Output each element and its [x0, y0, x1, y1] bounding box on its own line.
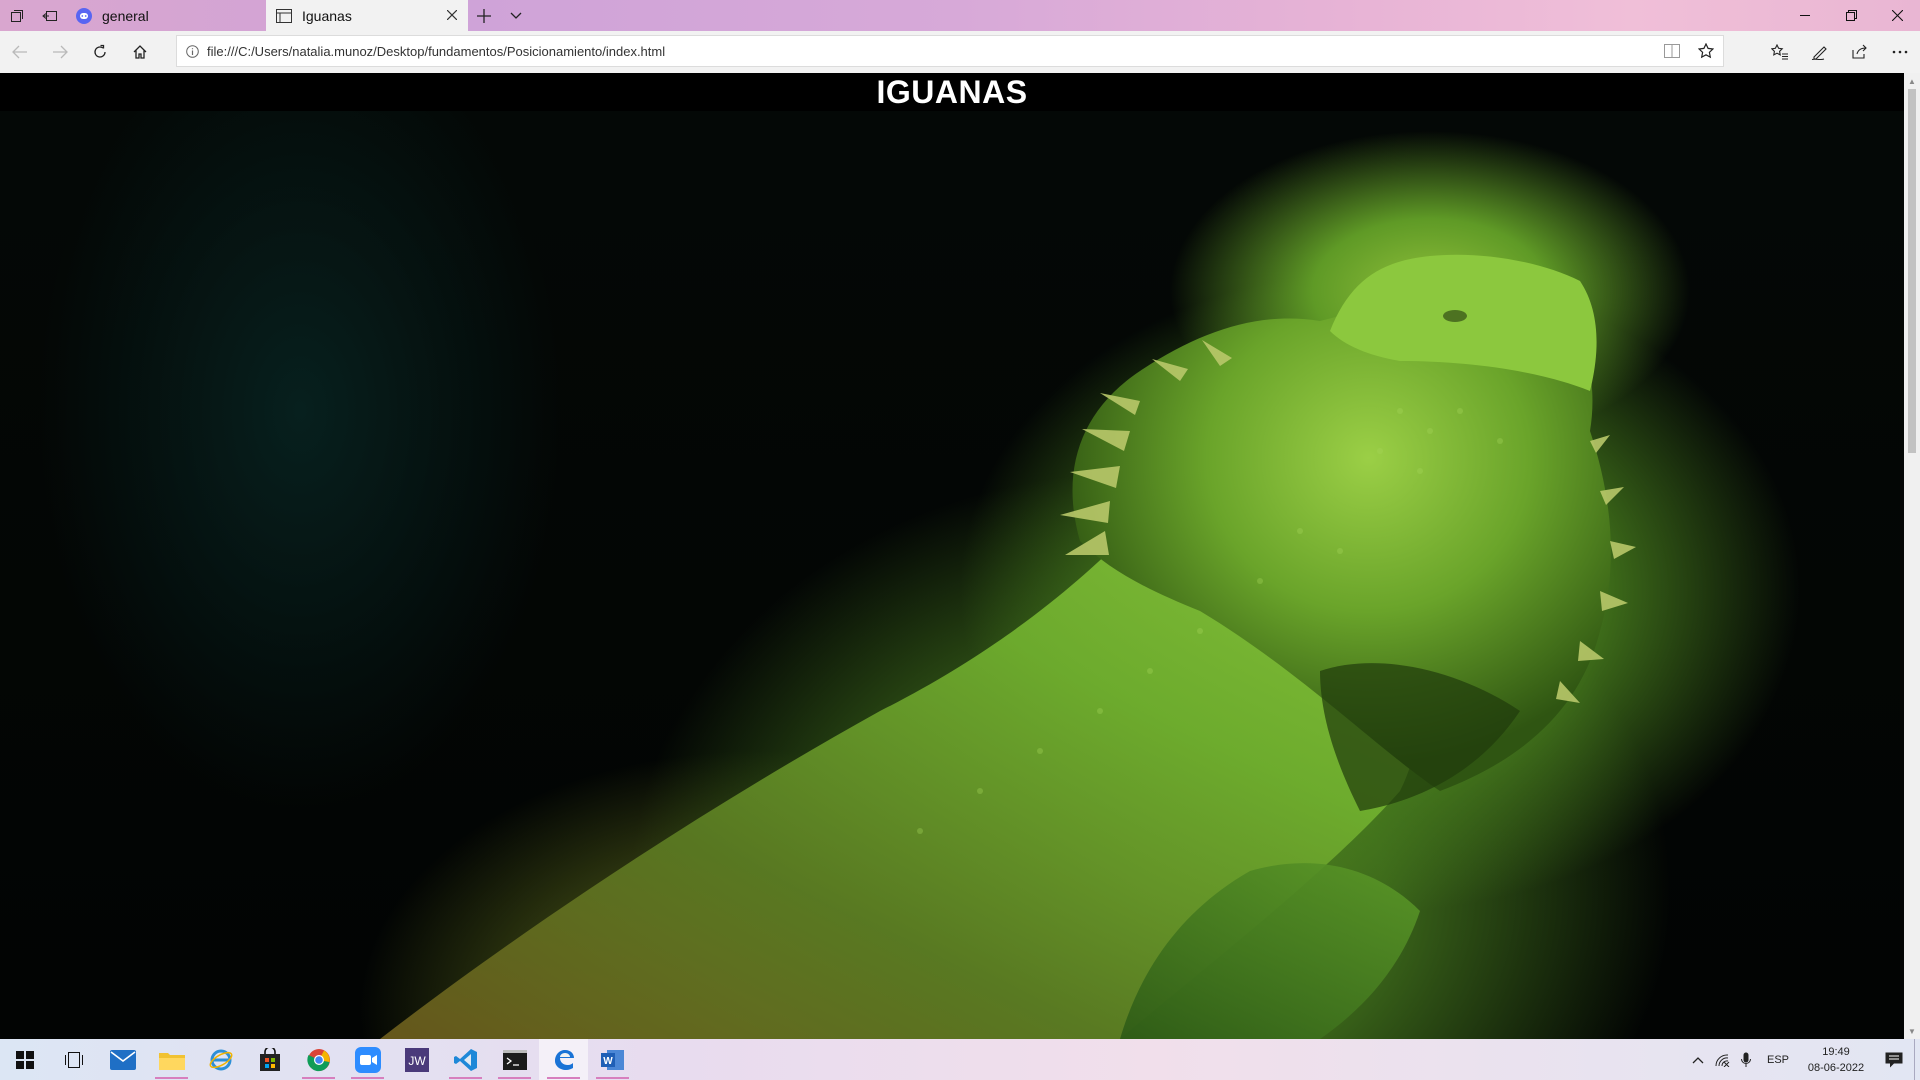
scroll-down-icon[interactable]: ▼ [1904, 1023, 1920, 1039]
share-icon[interactable] [1840, 31, 1880, 73]
favorites-icon[interactable] [1760, 31, 1800, 73]
page-title: IGUANAS [876, 73, 1028, 110]
windows-taskbar: JW W ESP 19:49 08-06-2022 [0, 1039, 1920, 1080]
close-window-icon[interactable] [1874, 0, 1920, 31]
network-icon[interactable] [1710, 1053, 1734, 1067]
pen-icon[interactable] [1800, 31, 1840, 73]
more-options-icon[interactable] [1880, 31, 1920, 73]
clock-time: 19:49 [1822, 1045, 1850, 1058]
word-icon[interactable]: W [588, 1039, 637, 1080]
discord-icon [76, 7, 92, 24]
vertical-scrollbar[interactable]: ▲ ▼ [1904, 73, 1920, 1039]
task-view-icon[interactable] [49, 1039, 98, 1080]
system-tray: ESP 19:49 08-06-2022 [1686, 1039, 1920, 1080]
close-tab-icon[interactable] [444, 7, 460, 23]
tab-label: general [102, 7, 149, 24]
iguana-illustration [380, 254, 1636, 1039]
zoom-icon[interactable] [343, 1039, 392, 1080]
mail-icon[interactable] [98, 1039, 147, 1080]
vscode-icon[interactable] [441, 1039, 490, 1080]
page-header: IGUANAS [0, 73, 1904, 111]
page-viewport: IGUANAS [0, 73, 1904, 1039]
reading-view-icon[interactable] [1655, 43, 1689, 59]
forward-button[interactable] [40, 31, 80, 73]
show-desktop-button[interactable] [1914, 1039, 1920, 1080]
page-icon [276, 8, 292, 24]
favorite-star-icon[interactable] [1689, 43, 1723, 59]
scroll-thumb[interactable] [1908, 89, 1916, 453]
info-icon[interactable] [177, 44, 207, 58]
url-text[interactable]: file:///C:/Users/natalia.munoz/Desktop/f… [207, 44, 665, 59]
terminal-icon[interactable] [490, 1039, 539, 1080]
chrome-icon[interactable] [294, 1039, 343, 1080]
chevron-down-icon[interactable] [500, 0, 532, 31]
back-button[interactable] [0, 31, 40, 73]
edge-icon[interactable] [539, 1039, 588, 1080]
tab-groups-icon[interactable] [0, 0, 33, 31]
store-icon[interactable] [245, 1039, 294, 1080]
tab-strip: general Iguanas [0, 0, 1920, 31]
language-indicator[interactable]: ESP [1758, 1054, 1798, 1066]
tab-label: Iguanas [302, 7, 352, 24]
set-aside-tabs-icon[interactable] [33, 0, 66, 31]
svg-text:JW: JW [408, 1054, 426, 1068]
internet-explorer-icon[interactable] [196, 1039, 245, 1080]
file-explorer-icon[interactable] [147, 1039, 196, 1080]
address-bar[interactable]: file:///C:/Users/natalia.munoz/Desktop/f… [176, 35, 1724, 67]
restore-icon[interactable] [1828, 0, 1874, 31]
home-button[interactable] [120, 31, 160, 73]
chevron-up-icon[interactable] [1686, 1056, 1710, 1064]
tab-iguanas[interactable]: Iguanas [266, 0, 468, 31]
new-tab-icon[interactable] [468, 0, 500, 31]
jw-library-icon[interactable]: JW [392, 1039, 441, 1080]
iguana-photo [0, 111, 1904, 1039]
clock[interactable]: 19:49 08-06-2022 [1798, 1044, 1874, 1076]
svg-text:W: W [603, 1056, 613, 1067]
scroll-up-icon[interactable]: ▲ [1904, 73, 1920, 89]
microphone-icon[interactable] [1734, 1052, 1758, 1068]
notifications-icon[interactable] [1874, 1052, 1914, 1068]
refresh-button[interactable] [80, 31, 120, 73]
start-icon[interactable] [0, 1039, 49, 1080]
tab-general[interactable]: general [66, 0, 264, 31]
clock-date: 08-06-2022 [1807, 1061, 1865, 1074]
browser-toolbar: file:///C:/Users/natalia.munoz/Desktop/f… [0, 31, 1920, 73]
minimize-icon[interactable] [1782, 0, 1828, 31]
